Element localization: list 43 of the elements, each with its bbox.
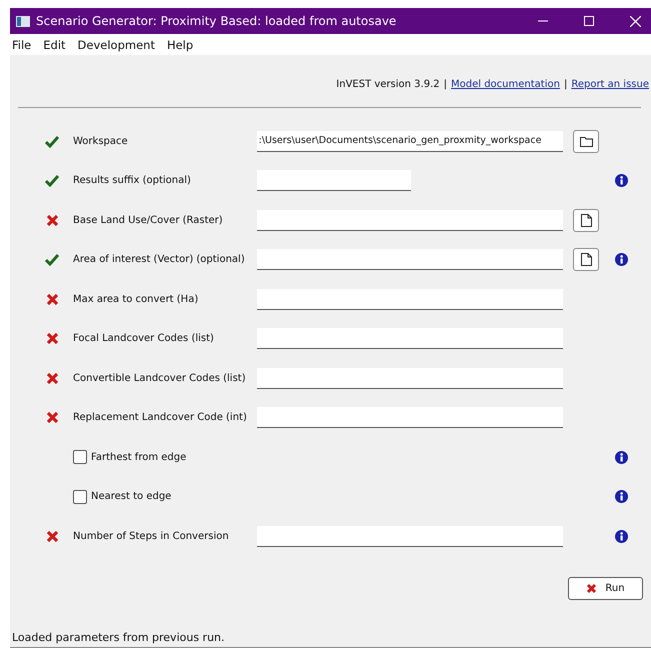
field-label: Results suffix (optional) xyxy=(73,175,192,186)
close-icon xyxy=(630,16,641,26)
status-bar: Loaded parameters from previous run. xyxy=(10,627,651,648)
separator-text: | xyxy=(444,78,447,90)
field-label: Workspace xyxy=(73,136,129,146)
file-icon xyxy=(580,214,592,226)
field-label: Area of interest (Vector) (optional) xyxy=(73,254,246,265)
menu-item[interactable]: Edit xyxy=(43,38,66,52)
version-text: InVEST version 3.9.2 xyxy=(336,78,440,90)
input-field[interactable] xyxy=(257,170,411,191)
checkbox[interactable] xyxy=(73,450,87,464)
menu-item[interactable]: Development xyxy=(78,38,155,52)
input-field[interactable] xyxy=(256,288,563,310)
folder-icon xyxy=(580,136,592,146)
run-button[interactable]: Run xyxy=(568,577,643,600)
input-field[interactable] xyxy=(256,407,563,428)
maximize-icon xyxy=(584,16,594,26)
field-label: Base Land Use/Cover (Raster) xyxy=(73,214,224,226)
file-icon xyxy=(580,253,592,266)
checkbox-label: Nearest to edge xyxy=(91,491,172,502)
link[interactable]: Report an issue xyxy=(571,78,649,90)
separator-text: | xyxy=(564,78,568,90)
browse-button[interactable] xyxy=(573,130,599,152)
menu-item[interactable]: Help xyxy=(166,38,194,52)
input-field[interactable] xyxy=(256,328,563,349)
link[interactable]: Model documentation xyxy=(451,78,560,90)
input-field[interactable] xyxy=(256,526,563,546)
field-label: Focal Landcover Codes (list) xyxy=(73,333,215,344)
window-title: Scenario Generator: Proximity Based: loaded from autosave xyxy=(36,14,398,28)
input-field[interactable] xyxy=(256,249,563,270)
menu-item[interactable]: File xyxy=(12,38,32,52)
browse-button[interactable] xyxy=(573,208,599,232)
checkbox-label: Farthest from edge xyxy=(91,452,186,462)
browse-button[interactable] xyxy=(573,248,599,271)
app-icon xyxy=(16,16,30,26)
field-label: Max area to convert (Ha) xyxy=(73,294,200,304)
field-label: Replacement Landcover Code (int) xyxy=(73,412,248,423)
field-label: Number of Steps in Conversion xyxy=(73,530,230,542)
input-field[interactable] xyxy=(256,210,563,230)
input-field[interactable] xyxy=(256,368,563,388)
input-field[interactable]: :\Users\user\Documents\scenario_gen_proxmity_workspace xyxy=(256,130,563,152)
checkbox[interactable] xyxy=(73,490,87,504)
field-label: Convertible Landcover Codes (list) xyxy=(73,372,247,384)
